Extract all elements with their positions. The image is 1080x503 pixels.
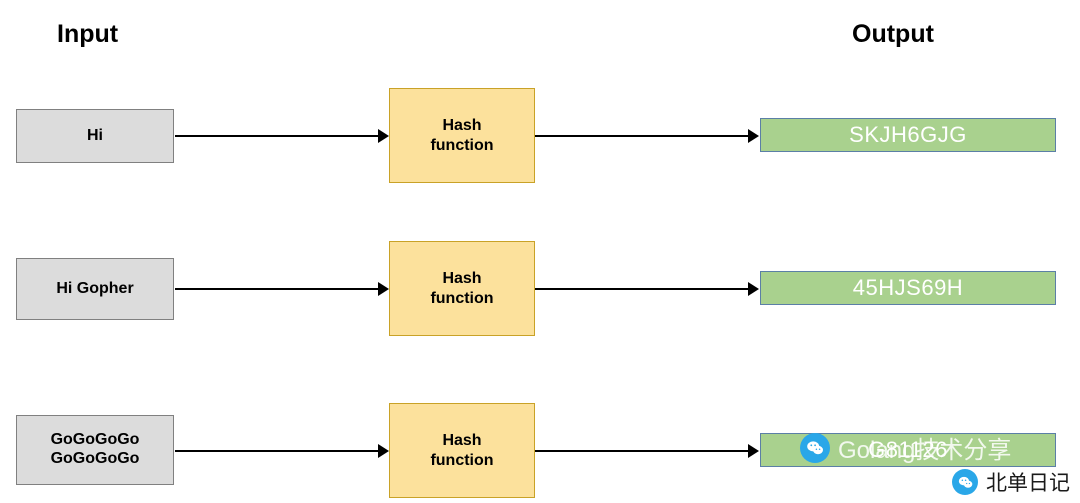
arrow-hash-to-output-head (748, 282, 759, 296)
hash-function-label-line2: function (430, 451, 494, 469)
input-column-heading: Input (57, 20, 119, 48)
hash-function-label-line2: function (430, 136, 494, 154)
hash-function-label-line2: function (430, 289, 494, 307)
hash-function-box: Hash function (389, 241, 535, 336)
hash-function-label-line1: Hash (442, 431, 482, 449)
arrow-input-to-hash (175, 288, 379, 290)
hash-function-box: Hash function (389, 88, 535, 183)
output-box: G81126 (760, 433, 1056, 467)
wechat-badge-icon (952, 469, 978, 495)
arrow-hash-to-output (535, 450, 749, 452)
corner-watermark: 北单日记 (952, 467, 1070, 497)
input-box: GoGoGoGo GoGoGoGo (16, 415, 174, 485)
input-box: Hi Gopher (16, 258, 174, 320)
output-box: SKJH6GJG (760, 118, 1056, 152)
arrow-hash-to-output-head (748, 444, 759, 458)
hash-function-box: Hash function (389, 403, 535, 498)
arrow-hash-to-output (535, 288, 749, 290)
arrow-input-to-hash (175, 450, 379, 452)
arrow-input-to-hash-head (378, 129, 389, 143)
output-box: 45HJS69H (760, 271, 1056, 305)
output-box-label: 45HJS69H (852, 275, 964, 300)
corner-watermark-text: 北单日记 (986, 472, 1070, 495)
arrow-input-to-hash-head (378, 282, 389, 296)
output-column-heading: Output (852, 20, 934, 48)
diagram-canvas: Input Output Hi Hash function SKJH6GJG H… (0, 0, 1080, 503)
input-box-label: Hi (87, 126, 103, 144)
arrow-input-to-hash-head (378, 444, 389, 458)
input-box-label-line1: GoGoGoGo (50, 431, 140, 449)
arrow-input-to-hash (175, 135, 379, 137)
hash-function-label-line1: Hash (442, 269, 482, 287)
hash-function-label-line1: Hash (442, 116, 482, 134)
output-box-label: G81126 (868, 437, 948, 462)
output-box-label: SKJH6GJG (849, 122, 967, 147)
input-box: Hi (16, 109, 174, 163)
arrow-hash-to-output-head (748, 129, 759, 143)
input-box-label-line2: GoGoGoGo (50, 450, 140, 467)
input-box-label: Hi Gopher (56, 279, 134, 297)
arrow-hash-to-output (535, 135, 749, 137)
